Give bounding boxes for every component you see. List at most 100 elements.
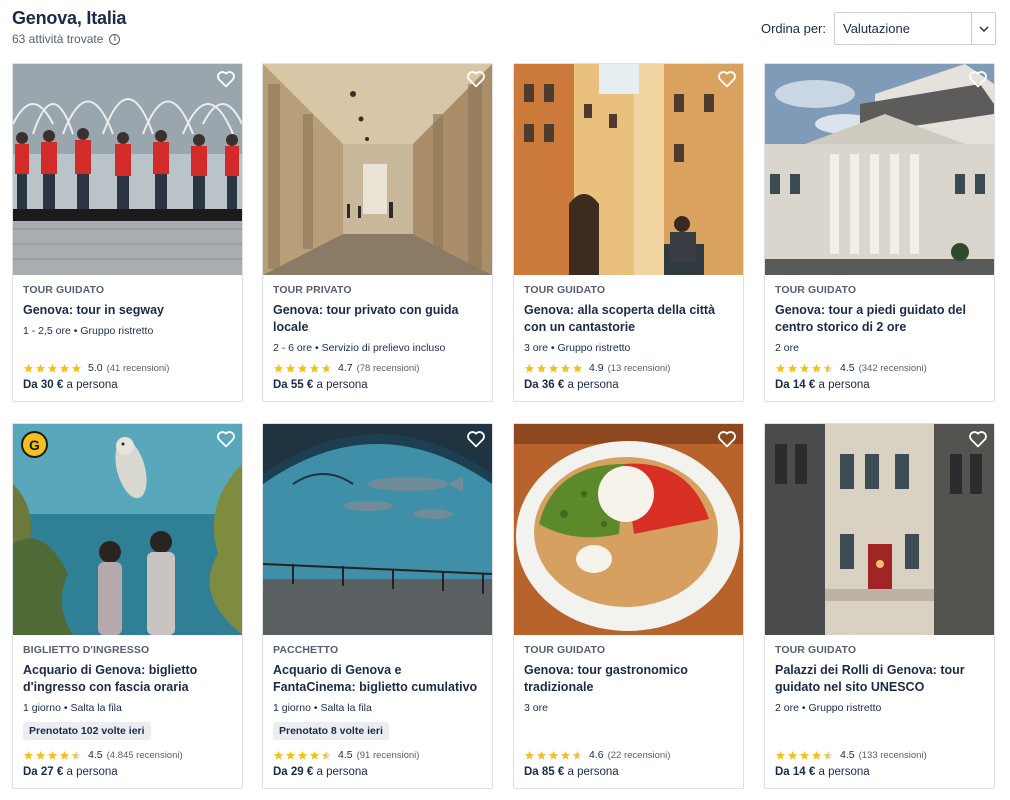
activity-title[interactable]: Acquario di Genova e FantaCinema: biglie… xyxy=(273,662,482,696)
activity-card[interactable]: TOUR GUIDATO Genova: tour gastronomico t… xyxy=(513,423,744,789)
activity-meta: 3 ore • Gruppo ristretto xyxy=(524,342,631,354)
sort-select[interactable]: Valutazione xyxy=(834,12,996,45)
info-icon[interactable]: i xyxy=(109,33,121,45)
booked-badge: Prenotato 8 volte ieri xyxy=(273,722,389,740)
star-icon xyxy=(572,363,583,373)
activity-category: TOUR GUIDATO xyxy=(23,284,105,296)
rating-value: 5.0 xyxy=(88,362,103,374)
heart-icon[interactable] xyxy=(216,430,236,448)
dolphin-tank-photo xyxy=(263,424,492,635)
heart-icon[interactable] xyxy=(717,70,737,88)
star-icon xyxy=(524,363,535,373)
price-unit: a persona xyxy=(66,379,118,391)
activity-card[interactable]: TOUR PRIVATO Genova: tour privato con gu… xyxy=(262,63,493,402)
activity-card[interactable]: TOUR GUIDATO Palazzi dei Rolli di Genova… xyxy=(764,423,995,789)
activity-card[interactable]: G BIGLIETTO D'INGRESSO Acquario di Genov… xyxy=(12,423,243,789)
activity-card[interactable]: TOUR GUIDATO Genova: tour a piedi guidat… xyxy=(764,63,995,402)
activity-card-body: TOUR GUIDATO Genova: tour gastronomico t… xyxy=(514,635,743,788)
activity-card-body: BIGLIETTO D'INGRESSO Acquario di Genova:… xyxy=(13,635,242,788)
activity-title[interactable]: Genova: tour privato con guida locale xyxy=(273,302,482,336)
activity-category: BIGLIETTO D'INGRESSO xyxy=(23,644,150,656)
aquarium-seal-photo xyxy=(13,424,242,635)
star-icon xyxy=(297,750,308,760)
activity-rating: 4.5 (133 recensioni) xyxy=(775,749,927,761)
review-count: (133 recensioni) xyxy=(858,749,927,761)
heart-icon[interactable] xyxy=(216,70,236,88)
price-unit: a persona xyxy=(567,766,619,778)
chevron-down-icon xyxy=(971,13,995,44)
price-unit: a persona xyxy=(818,379,870,391)
activity-card-body: TOUR GUIDATO Genova: tour in segway 1 - … xyxy=(13,275,242,401)
star-icon xyxy=(297,363,308,373)
star-icon xyxy=(560,363,571,373)
activity-title[interactable]: Palazzi dei Rolli di Genova: tour guidat… xyxy=(775,662,984,696)
activity-card-body: TOUR GUIDATO Genova: alla scoperta della… xyxy=(514,275,743,401)
star-icon xyxy=(536,750,547,760)
star-icon xyxy=(71,750,82,760)
theatre-photo xyxy=(765,64,994,275)
activity-card[interactable]: TOUR GUIDATO Genova: tour in segway 1 - … xyxy=(12,63,243,402)
results-count-label: 63 attività trovate xyxy=(12,32,104,46)
star-icon xyxy=(811,750,822,760)
star-icon xyxy=(536,363,547,373)
price-amount: Da 27 € xyxy=(23,766,64,778)
activity-image: G xyxy=(13,424,242,635)
star-icon xyxy=(71,363,82,373)
heart-icon[interactable] xyxy=(466,70,486,88)
activity-meta: 2 ore • Gruppo ristretto xyxy=(775,702,882,714)
star-icon xyxy=(799,750,810,760)
heart-icon[interactable] xyxy=(466,430,486,448)
price-amount: Da 30 € xyxy=(23,379,64,391)
star-icon xyxy=(309,750,320,760)
star-icon xyxy=(775,363,786,373)
activity-card-body: TOUR GUIDATO Palazzi dei Rolli di Genova… xyxy=(765,635,994,788)
rating-value: 4.5 xyxy=(338,749,353,761)
activity-price: Da 14 € a persona xyxy=(775,379,870,391)
activity-card[interactable]: TOUR GUIDATO Genova: alla scoperta della… xyxy=(513,63,744,402)
heart-icon[interactable] xyxy=(968,430,988,448)
star-icon xyxy=(823,750,834,760)
rating-value: 4.5 xyxy=(88,749,103,761)
star-icon xyxy=(35,750,46,760)
activity-meta: 1 - 2,5 ore • Gruppo ristretto xyxy=(23,325,154,337)
star-rating-icon xyxy=(775,750,834,761)
sort-control: Ordina per: Valutazione xyxy=(761,12,996,45)
alley-photo xyxy=(514,64,743,275)
palazzi-street-photo xyxy=(765,424,994,635)
price-amount: Da 29 € xyxy=(273,766,314,778)
star-icon xyxy=(799,363,810,373)
star-icon xyxy=(823,363,834,373)
activity-card-body: TOUR PRIVATO Genova: tour privato con gu… xyxy=(263,275,492,401)
price-amount: Da 55 € xyxy=(273,379,314,391)
activity-price: Da 30 € a persona xyxy=(23,379,118,391)
activity-category: TOUR GUIDATO xyxy=(775,644,857,656)
activity-title[interactable]: Genova: tour in segway xyxy=(23,302,232,319)
activity-category: TOUR GUIDATO xyxy=(524,284,606,296)
activity-card-body: PACCHETTO Acquario di Genova e FantaCine… xyxy=(263,635,492,788)
activity-price: Da 55 € a persona xyxy=(273,379,368,391)
heart-icon[interactable] xyxy=(717,430,737,448)
rating-value: 4.6 xyxy=(589,749,604,761)
price-unit: a persona xyxy=(818,766,870,778)
star-icon xyxy=(548,363,559,373)
activity-rating: 4.5 (4.845 recensioni) xyxy=(23,749,183,761)
activity-title[interactable]: Acquario di Genova: biglietto d'ingresso… xyxy=(23,662,232,696)
activity-price: Da 14 € a persona xyxy=(775,766,870,778)
activity-category: TOUR GUIDATO xyxy=(775,284,857,296)
activity-title[interactable]: Genova: tour a piedi guidato del centro … xyxy=(775,302,984,336)
star-icon xyxy=(35,363,46,373)
segway-tour-photo xyxy=(13,64,242,275)
star-icon xyxy=(285,750,296,760)
price-amount: Da 36 € xyxy=(524,379,565,391)
activity-meta: 2 ore xyxy=(775,342,799,354)
rating-value: 4.5 xyxy=(840,362,855,374)
activity-title[interactable]: Genova: alla scoperta della città con un… xyxy=(524,302,733,336)
activity-image xyxy=(765,424,994,635)
activity-image xyxy=(263,424,492,635)
activity-title[interactable]: Genova: tour gastronomico tradizionale xyxy=(524,662,733,696)
heart-icon[interactable] xyxy=(968,70,988,88)
activity-rating: 5.0 (41 recensioni) xyxy=(23,362,169,374)
sort-label: Ordina per: xyxy=(760,21,826,36)
activity-card[interactable]: PACCHETTO Acquario di Genova e FantaCine… xyxy=(262,423,493,789)
arcade-photo xyxy=(263,64,492,275)
